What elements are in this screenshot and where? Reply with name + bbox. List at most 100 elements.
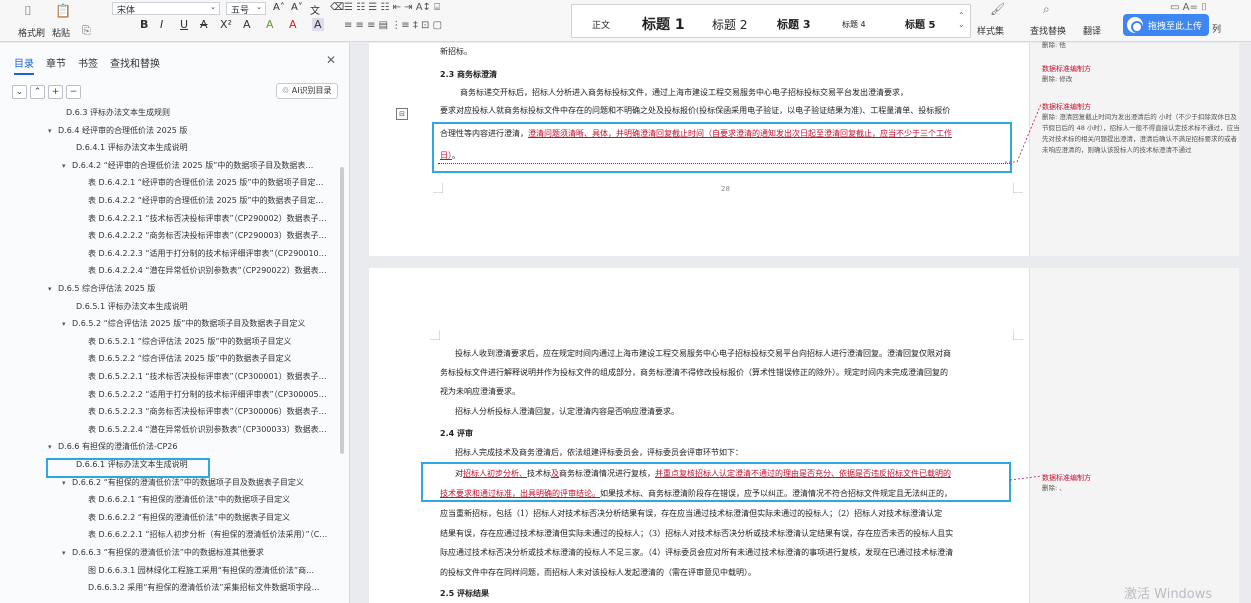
format-painter-button[interactable]: 格式刷 [18, 26, 45, 39]
toc-item-label: 表 D.6.4.2.2.3 “适用于打分制的技术标评细评审表”（CP290010… [88, 248, 327, 258]
toc-item[interactable]: 表 D.6.4.2.2.1 “技术标否决投标评审表”（CP290002）数据表子… [88, 211, 327, 227]
more-button[interactable]: 列 [1212, 22, 1221, 35]
toc-item[interactable]: 表 D.6.4.2.2.4 “潜在异常低价识别参数表”（CP290022）数据表… [88, 263, 327, 279]
toc-item[interactable]: 表 D.6.4.2.2 “经评审的合理低价法 2025 版”中的数据表子目定… [88, 193, 324, 209]
format-painter-icon[interactable]: ⌷ [24, 4, 32, 19]
style-set-button[interactable]: 样式集 [977, 24, 1004, 37]
toc-item[interactable]: ▾ D.6.6 有担保的澄清低价法-CP26 [48, 439, 177, 455]
translate-button[interactable]: 翻译 [1083, 24, 1101, 37]
chevron-down-icon[interactable]: ▾ [48, 123, 58, 139]
copy-icon[interactable]: ⎘ [82, 24, 91, 38]
paste-button[interactable]: 粘贴 [52, 26, 70, 39]
style-heading-2[interactable]: 标题 2 [712, 16, 747, 33]
toc-item[interactable]: ▾ D.6.6.3 “有担保的澄清低价法”中的数据标准其他要求 [62, 545, 264, 561]
heading-2-5: 2.5 评标结果 [440, 589, 489, 598]
style-heading-4[interactable]: 标题 4 [842, 19, 866, 30]
bold-button[interactable]: B [140, 18, 148, 31]
clear-format-icon[interactable]: ⌫ [330, 2, 344, 13]
remove-heading-button[interactable]: − [66, 85, 81, 99]
paste-icon[interactable]: 📋 [55, 4, 71, 19]
chevron-down-icon: ⌄ [256, 3, 262, 11]
collapse-all-button[interactable]: ⌃ [30, 85, 45, 99]
style-heading-3[interactable]: 标题 3 [777, 16, 810, 32]
doc-line: 应当重新招标，包括（1）招标人对技术标否决分析结果有误，存在应当通过技术标澄清但… [440, 509, 943, 518]
font-color-button[interactable]: A [289, 18, 297, 31]
expand-all-button[interactable]: ⌄ [12, 85, 27, 99]
style-gallery: 正文 标题 1 标题 2 标题 3 标题 4 标题 5 ⌃ ⌄ [571, 4, 971, 38]
toc-item[interactable]: ▾ D.6.5.2 “综合评估法 2025 版”中的数据项子目及数据表子目定义 [62, 316, 305, 332]
toc-item[interactable]: 表 D.6.4.2.1 “经评审的合理低价法 2025 版”中的数据项子目定… [88, 175, 324, 191]
toc-item[interactable]: 表 D.6.4.2.2.2 “商务标否决投标评审表”（CP290003）数据表子… [88, 228, 327, 244]
bullet-list-icon[interactable]: ☰ ☷ ☰ ☷ ⇤ ⇥ A↕ ⌸ [344, 2, 440, 13]
toc-item[interactable]: 表 D.6.5.2.1 “综合评估法 2025 版”中的数据项子目定义 [88, 334, 292, 350]
strikethrough-button[interactable]: A [200, 18, 208, 31]
toc-item-label: 表 D.6.5.2.2.1 “技术标否决投标评审表”（CP300001）数据表子… [88, 372, 327, 381]
toc-item[interactable]: 表 D.6.5.2.2.1 “技术标否决投标评审表”（CP300001）数据表子… [88, 369, 327, 385]
style-heading-1[interactable]: 标题 1 [642, 14, 685, 34]
style-gallery-scroll-icon[interactable]: ⌃ ⌄ [958, 11, 965, 29]
add-heading-button[interactable]: + [48, 85, 63, 99]
tab-sections[interactable]: 章节 [46, 55, 66, 75]
chevron-down-icon[interactable]: ▾ [48, 281, 58, 297]
ribbon-extra-icons[interactable]: ▭ A= ⌷ [1170, 2, 1207, 13]
paragraph-menu-icon[interactable]: ⊟ [396, 108, 408, 120]
toc-item-label: 表 D.6.5.2.1 “综合评估法 2025 版”中的数据项子目定义 [88, 336, 292, 346]
grow-font-button[interactable]: A˄ [273, 2, 285, 13]
tab-bookmarks[interactable]: 书签 [78, 55, 98, 75]
doc-line: 投标人收到澄清要求后，应在规定时间内通过上海市建设工程交易服务中心电子招标投标交… [455, 349, 951, 358]
toc-item[interactable]: 表 D.6.5.2.2.3 “商务标否决投标评审表”（CP300006）数据表子… [88, 404, 327, 420]
toc-item[interactable]: ▾ D.6.4 经评审的合理低价法 2025 版 [48, 123, 187, 139]
toc-item[interactable]: ▾ D.6.5 综合评估法 2025 版 [48, 281, 155, 297]
toc-item[interactable]: 图 D.6.6.3.1 园林绿化工程施工采用“有担保的澄清低价法”商… [88, 563, 314, 579]
shrink-font-button[interactable]: A˅ [291, 2, 303, 13]
find-icon: ⌕ [1043, 2, 1050, 16]
toc-item[interactable]: 表 D.6.6.2.1 “有担保的澄清低价法”中的数据项子目定义 [88, 492, 290, 508]
char-shading-button[interactable]: A [312, 18, 324, 31]
toc-item[interactable]: ▾ D.6.4.2 “经评审的合理低价法 2025 版”中的数据项子目及数据表… [62, 158, 313, 174]
chevron-down-icon[interactable]: ▾ [62, 158, 72, 174]
toc-item[interactable]: 表 D.6.5.2.2 “综合评估法 2025 版”中的数据表子目定义 [88, 351, 292, 367]
toc-item-label: D.6.6.2 “有担保的澄清低价法”中的数据项子目及数据表子目定义 [72, 477, 304, 487]
chevron-down-icon[interactable]: ▾ [62, 545, 72, 561]
toc-item[interactable]: 表 D.6.6.2.2 “有担保的澄清低价法”中的数据表子目定义 [88, 510, 290, 526]
toc-item-label: D.6.5.1 评标办法文本生成说明 [76, 301, 188, 311]
highlight-button[interactable]: A [266, 18, 274, 31]
comment-text[interactable]: 删除: 修改 [1042, 74, 1072, 85]
style-heading-5[interactable]: 标题 5 [905, 16, 935, 31]
text-effect-button[interactable]: A [243, 18, 251, 31]
toc-item[interactable]: D.6.6.3.2 采用“有担保的澄清低价法”采集招标文件数据项字段… [88, 580, 320, 596]
tab-find-replace[interactable]: 查找和替换 [110, 55, 160, 75]
toc-item[interactable]: D.6.5.1 评标办法文本生成说明 [76, 299, 188, 315]
style-normal[interactable]: 正文 [592, 18, 610, 31]
toc-item[interactable]: 表 D.6.5.2.2.4 “潜在异常低价识别参数表”（CP300033）数据表… [88, 422, 327, 438]
font-size-select[interactable]: 五号 ⌄ [226, 2, 266, 16]
comment-text[interactable]: 删除: 澄清回复截止时间为发出澄清后的 小时（不少于扣除双休日及节假日后的 48… [1042, 112, 1242, 156]
chevron-down-icon[interactable]: ▾ [48, 439, 58, 455]
toc-selection-highlight [46, 458, 210, 478]
ai-icon: ♲ [282, 86, 290, 95]
toc-item[interactable]: D.6.3 评标办法文本生成规则 [66, 105, 170, 121]
pinyin-button[interactable]: 文 [310, 2, 320, 17]
sidebar-scrollbar[interactable] [340, 167, 344, 454]
chevron-down-icon[interactable]: ▾ [62, 316, 72, 332]
close-icon[interactable]: ✕ [326, 53, 336, 67]
paragraph-align-icon[interactable]: ≡ ≡ ≡ ▤ ⋮≡ ‡ ⊡ ▢ [344, 20, 442, 31]
upload-button[interactable]: 拖拽至此上传 [1123, 14, 1209, 36]
heading-2-4: 2.4 评审 [440, 429, 473, 438]
toc-item-label: D.6.5 综合评估法 2025 版 [58, 284, 156, 293]
comment-text[interactable]: 删除: 、 [1042, 483, 1066, 494]
toc-item[interactable]: D.6.4.1 评标办法文本生成说明 [76, 140, 188, 156]
superscript-button[interactable]: X² [220, 18, 232, 31]
ai-toc-button[interactable]: ♲ AI识别目录 [276, 83, 338, 99]
find-replace-button[interactable]: 查找替换 [1030, 24, 1066, 37]
font-name-select[interactable]: 宋体 ⌄ [112, 2, 220, 16]
toc-item[interactable]: 表 D.6.6.2.2.1 “招标人初步分析（有担保的澄清低价法采用）”（C… [88, 527, 327, 543]
ribbon-toolbar: ⌷ 格式刷 📋 粘贴 ⎘ 宋体 ⌄ 五号 ⌄ A˄ A˅ 文 ⌫ B I U A… [0, 0, 1251, 42]
toc-item[interactable]: 表 D.6.5.2.2.2 “适用于打分制的技术标评细评审表”（CP300005… [88, 387, 327, 403]
toc-item[interactable]: 表 D.6.4.2.2.3 “适用于打分制的技术标评细评审表”（CP290010… [88, 246, 327, 262]
underline-button[interactable]: U [180, 18, 188, 31]
italic-button[interactable]: I [160, 18, 163, 31]
corner-mark [433, 183, 443, 193]
toc-item-label: 表 D.6.6.2.2 “有担保的澄清低价法”中的数据表子目定义 [88, 512, 291, 522]
tab-toc[interactable]: 目录 [14, 55, 34, 75]
